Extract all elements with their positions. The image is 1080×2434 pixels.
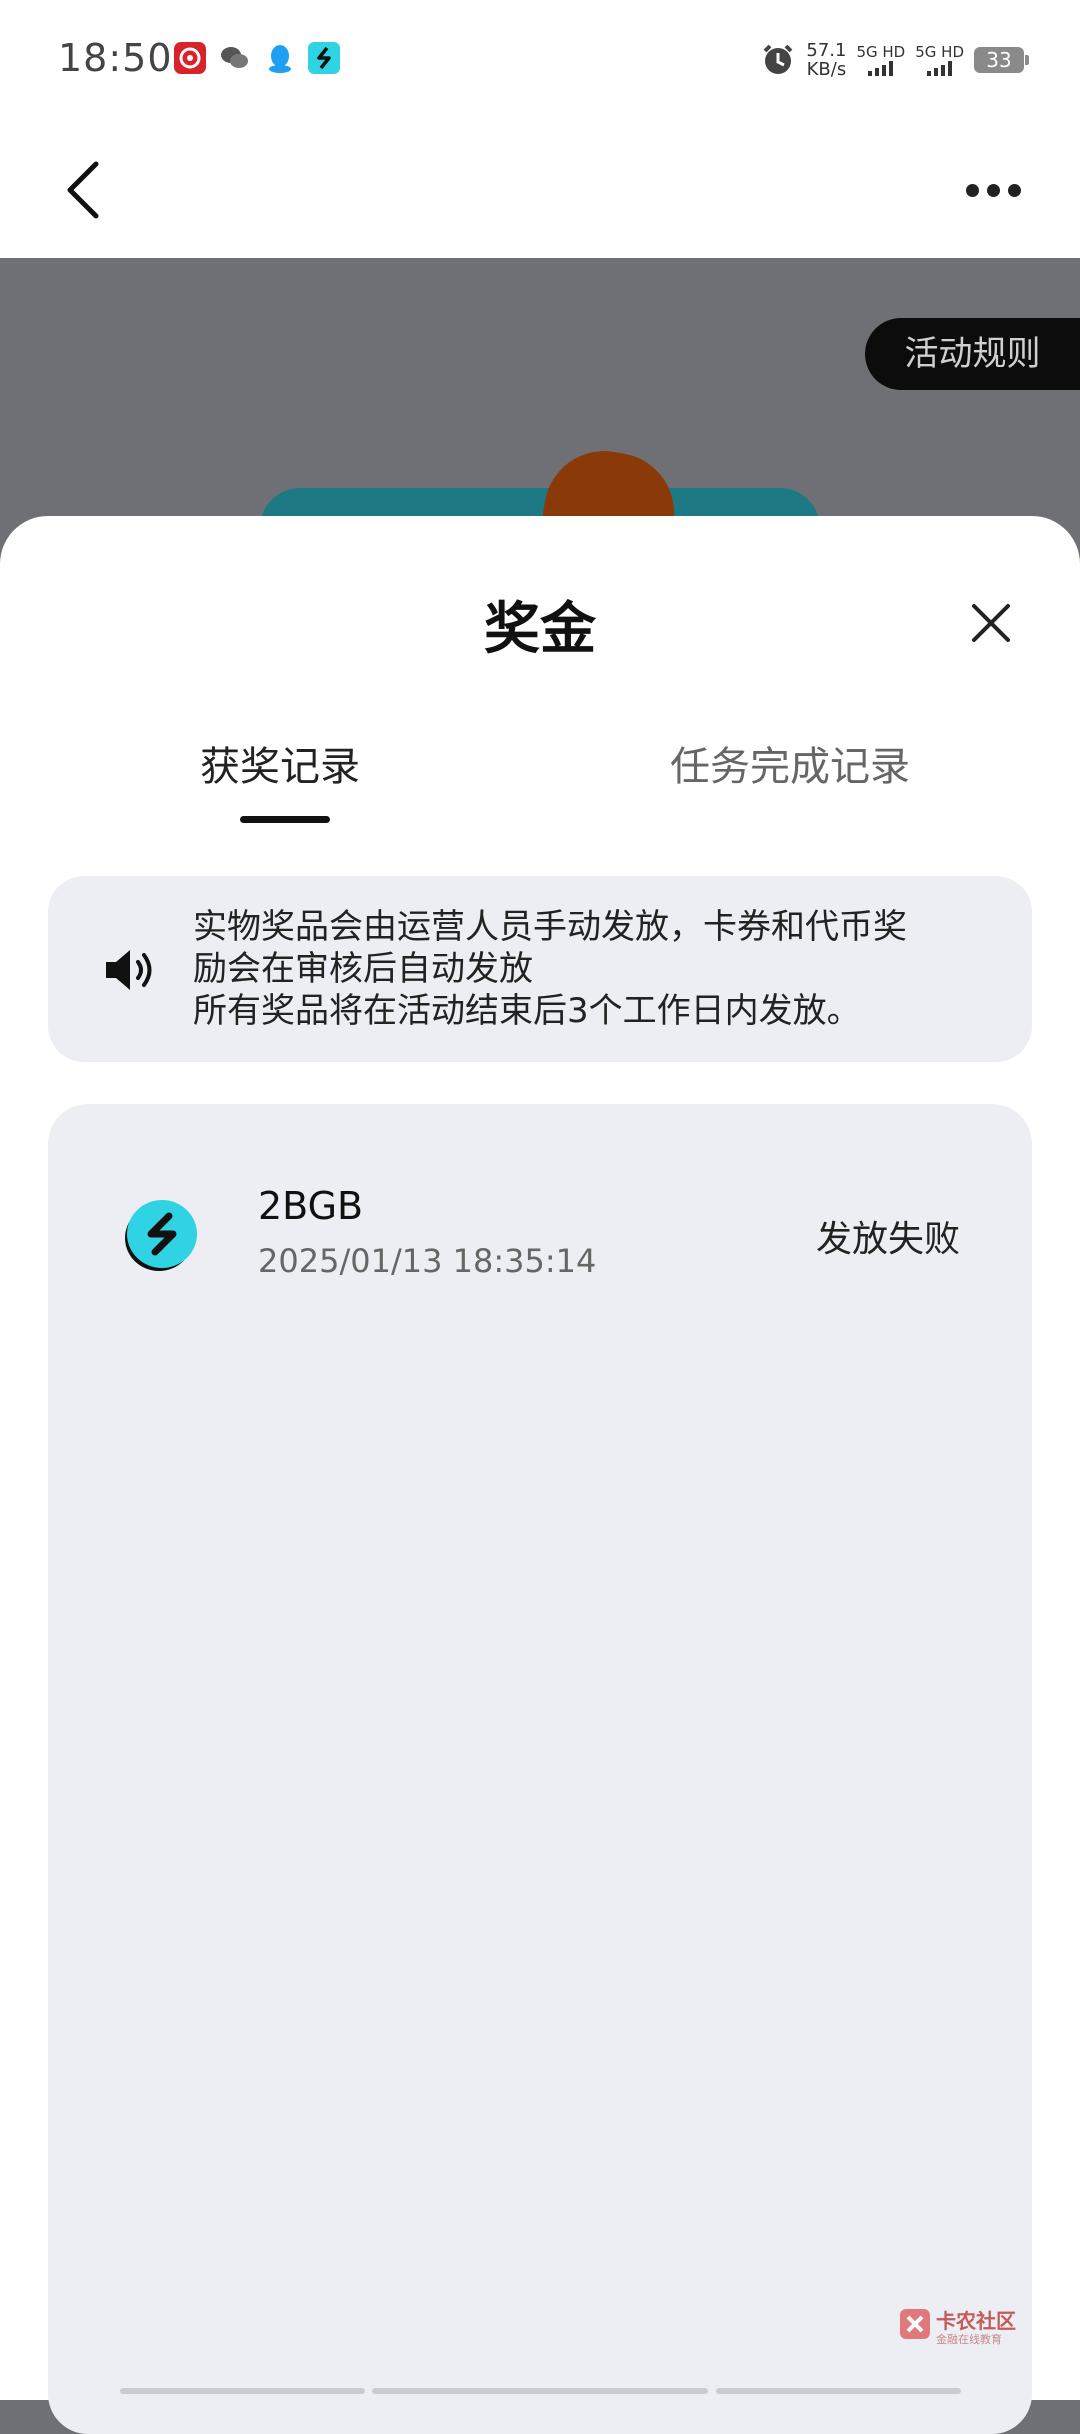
kanong-logo-icon — [900, 2309, 930, 2339]
records-list: 2BGB 2025/01/13 18:35:14 发放失败 — [48, 1104, 1032, 2434]
reward-sheet: 奖金 获奖记录 任务完成记录 实物奖品会由运营人员手动发放，卡券和代币奖 励会在… — [0, 516, 1080, 2434]
status-time: 18:50 — [58, 36, 173, 80]
battery-indicator: 33 — [974, 47, 1029, 73]
speaker-icon — [106, 950, 152, 990]
signal-bars-icon — [927, 60, 953, 76]
scroll-indicator — [120, 2388, 365, 2394]
scroll-indicator — [372, 2388, 708, 2394]
signal-bars-icon — [868, 60, 894, 76]
qq-icon — [269, 45, 291, 73]
more-dots-icon[interactable] — [958, 175, 1028, 205]
active-tab-indicator — [240, 816, 330, 823]
chevron-left-icon[interactable] — [58, 150, 118, 230]
app-s-icon — [308, 42, 340, 74]
status-right: 57.1 KB/s 5G HD 5G HD 33 — [760, 38, 1029, 82]
scroll-indicator — [716, 2388, 961, 2394]
signal-sim2: 5G HD — [915, 44, 964, 76]
token-s-icon — [125, 1200, 197, 1271]
nav-bar — [0, 120, 1080, 258]
reward-time: 2025/01/13 18:35:14 — [258, 1242, 597, 1280]
sheet-title: 奖金 — [484, 597, 596, 662]
tab-task-records[interactable]: 任务完成记录 — [670, 734, 910, 792]
close-icon[interactable] — [966, 598, 1016, 648]
netease-music-icon — [174, 42, 206, 74]
reward-name: 2BGB — [258, 1184, 364, 1228]
tab-award-records[interactable]: 获奖记录 — [200, 734, 360, 792]
signal-sim1: 5G HD — [856, 44, 905, 76]
wechat-icon — [221, 47, 248, 68]
net-speed: 57.1 KB/s — [806, 40, 847, 80]
activity-rules-button[interactable]: 活动规则 — [865, 318, 1080, 390]
watermark: 卡农社区 金融在线教育 — [898, 2305, 1023, 2353]
status-bar: 18:50 57.1 KB/s 5G HD 5G HD 33 — [0, 0, 1080, 120]
notice-text: 实物奖品会由运营人员手动发放，卡券和代币奖 励会在审核后自动发放 所有奖品将在活… — [193, 907, 907, 1031]
alarm-icon — [763, 44, 793, 74]
notice-box: 实物奖品会由运营人员手动发放，卡券和代币奖 励会在审核后自动发放 所有奖品将在活… — [48, 876, 1032, 1062]
reward-status: 发放失败 — [815, 1219, 960, 1260]
